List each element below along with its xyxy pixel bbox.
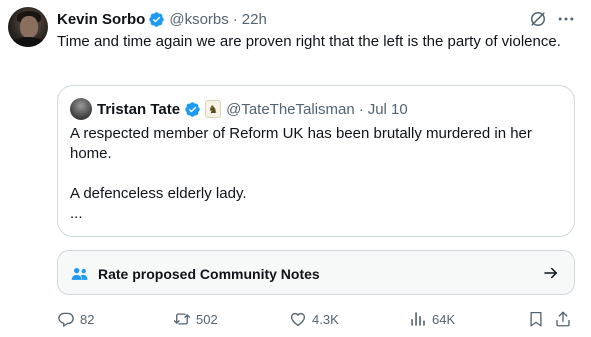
separator-dot: ·	[358, 100, 364, 118]
separator-dot: ·	[232, 10, 238, 28]
view-count: 64K	[432, 311, 456, 327]
bookmark-button[interactable]	[527, 308, 545, 330]
analytics-icon	[411, 312, 425, 326]
author-handle[interactable]: @ksorbs	[169, 11, 228, 28]
quoted-text-ellipsis: ...	[70, 205, 83, 222]
share-icon	[556, 311, 570, 327]
tweet-text: Time and time again we are proven right …	[57, 33, 561, 50]
quoted-tweet-header: Tristan Tate ♞ @TateTheTalisman · Jul 10	[70, 98, 408, 120]
tweet[interactable]: Kevin Sorbo @ksorbs · 22h Time and time …	[0, 0, 591, 337]
reply-icon	[58, 312, 74, 327]
quoted-text-line: A respected member of Reform UK has been…	[70, 125, 532, 162]
rate-community-notes-button[interactable]: Rate proposed Community Notes	[57, 250, 575, 295]
chess-knight-icon[interactable]: ♞	[205, 100, 222, 118]
bookmark-icon	[530, 311, 542, 327]
tweet-timestamp[interactable]: 22h	[242, 11, 267, 28]
community-notes-label: Rate proposed Community Notes	[98, 266, 320, 282]
more-options-icon[interactable]	[556, 9, 576, 29]
arrow-right-icon	[542, 264, 560, 282]
repost-count: 502	[196, 311, 218, 327]
quoted-tweet-timestamp[interactable]: Jul 10	[368, 101, 408, 118]
quoted-tweet-text: A respected member of Reform UK has been…	[70, 124, 562, 224]
quoted-author-handle[interactable]: @TateTheTalisman	[226, 101, 355, 118]
reply-button[interactable]: 82	[57, 308, 94, 330]
like-button[interactable]: 4.3K	[289, 308, 339, 330]
tweet-header: Kevin Sorbo @ksorbs · 22h	[57, 9, 267, 29]
share-button[interactable]	[554, 308, 572, 330]
verified-badge-icon	[148, 11, 165, 28]
author-name[interactable]: Kevin Sorbo	[57, 11, 145, 28]
repost-icon	[173, 313, 191, 325]
repost-button[interactable]: 502	[173, 308, 218, 330]
quoted-text-line: A defenceless elderly lady.	[70, 185, 247, 202]
verified-badge-icon	[184, 101, 201, 118]
reply-count: 82	[80, 311, 95, 327]
like-count: 4.3K	[312, 311, 339, 327]
grok-icon[interactable]	[528, 9, 548, 29]
quoted-tweet[interactable]: Tristan Tate ♞ @TateTheTalisman · Jul 10…	[57, 85, 575, 237]
tweet-actions-bar: 82 502 4.3K 64K	[57, 308, 577, 330]
quoted-author-name[interactable]: Tristan Tate	[97, 101, 180, 118]
heart-icon	[290, 312, 306, 327]
author-avatar[interactable]	[8, 7, 48, 47]
views-button[interactable]: 64K	[409, 308, 455, 330]
people-icon	[70, 264, 90, 284]
quoted-author-avatar[interactable]	[70, 98, 92, 120]
